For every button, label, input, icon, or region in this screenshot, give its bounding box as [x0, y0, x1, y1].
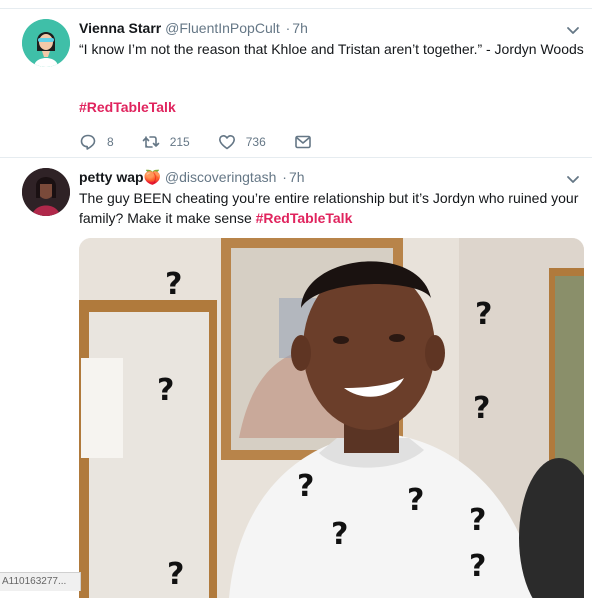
question-mark: ? [331, 517, 348, 552]
question-mark: ? [469, 549, 486, 584]
timestamp[interactable]: 7h [289, 169, 305, 185]
retweet-count: 215 [169, 135, 190, 149]
reply-button[interactable]: 8 [79, 133, 114, 151]
tweet-header: Vienna Starr @FluentInPopCult · 7h [79, 19, 308, 37]
hashtag-link[interactable]: #RedTableTalk [256, 210, 353, 226]
like-button[interactable]: 736 [218, 133, 266, 151]
display-name[interactable]: petty wap [79, 169, 144, 185]
question-mark: ? [157, 373, 174, 408]
retweet-button[interactable]: 215 [142, 133, 190, 151]
like-count: 736 [245, 135, 266, 149]
image-id-label: A110163277... [0, 572, 81, 591]
tweet-media-image[interactable]: ? ? ? ? ? ? ? ? ? ? [79, 238, 584, 598]
tweet-header: petty wap🍑 @discoveringtash · 7h [79, 168, 305, 186]
tweet-vienna-starr[interactable]: Vienna Starr @FluentInPopCult · 7h “I kno… [0, 8, 592, 157]
question-mark: ? [297, 469, 314, 504]
user-handle[interactable]: @discoveringtash [165, 169, 277, 185]
peach-emoji: 🍑 [143, 169, 162, 185]
separator: · [282, 169, 287, 185]
avatar[interactable] [22, 19, 70, 67]
display-name[interactable]: Vienna Starr [79, 20, 161, 36]
meme-image: ? ? ? ? ? ? ? ? ? ? [79, 238, 584, 598]
reply-count: 8 [107, 135, 114, 149]
reply-icon [80, 134, 96, 150]
chevron-down-icon[interactable] [566, 172, 580, 186]
question-mark: ? [469, 503, 486, 538]
avatar-photo [22, 168, 70, 216]
question-mark: ? [407, 483, 424, 518]
retweet-icon [142, 136, 159, 148]
envelope-icon [294, 135, 311, 149]
tweet-actions: 8 215 736 [79, 133, 350, 151]
heart-icon [218, 135, 235, 150]
timestamp[interactable]: 7h [292, 20, 308, 36]
question-mark: ? [167, 557, 184, 592]
hashtag-link[interactable]: #RedTableTalk [79, 99, 176, 115]
question-mark: ? [473, 391, 490, 426]
chevron-down-icon[interactable] [566, 23, 580, 37]
avatar[interactable] [22, 168, 70, 216]
separator: · [285, 20, 291, 36]
tweet-text: “I know I’m not the reason that Khloe an… [79, 41, 584, 57]
avatar-illustration [22, 19, 70, 67]
tweet-text: The guy BEEN cheating you’re entire rela… [79, 188, 584, 228]
question-mark: ? [475, 297, 492, 332]
user-handle[interactable]: @FluentInPopCult [165, 20, 280, 36]
tweet-petty-wap[interactable]: petty wap🍑 @discoveringtash · 7h The guy … [0, 157, 592, 598]
question-mark: ? [165, 267, 182, 302]
direct-message-button[interactable] [294, 133, 322, 151]
